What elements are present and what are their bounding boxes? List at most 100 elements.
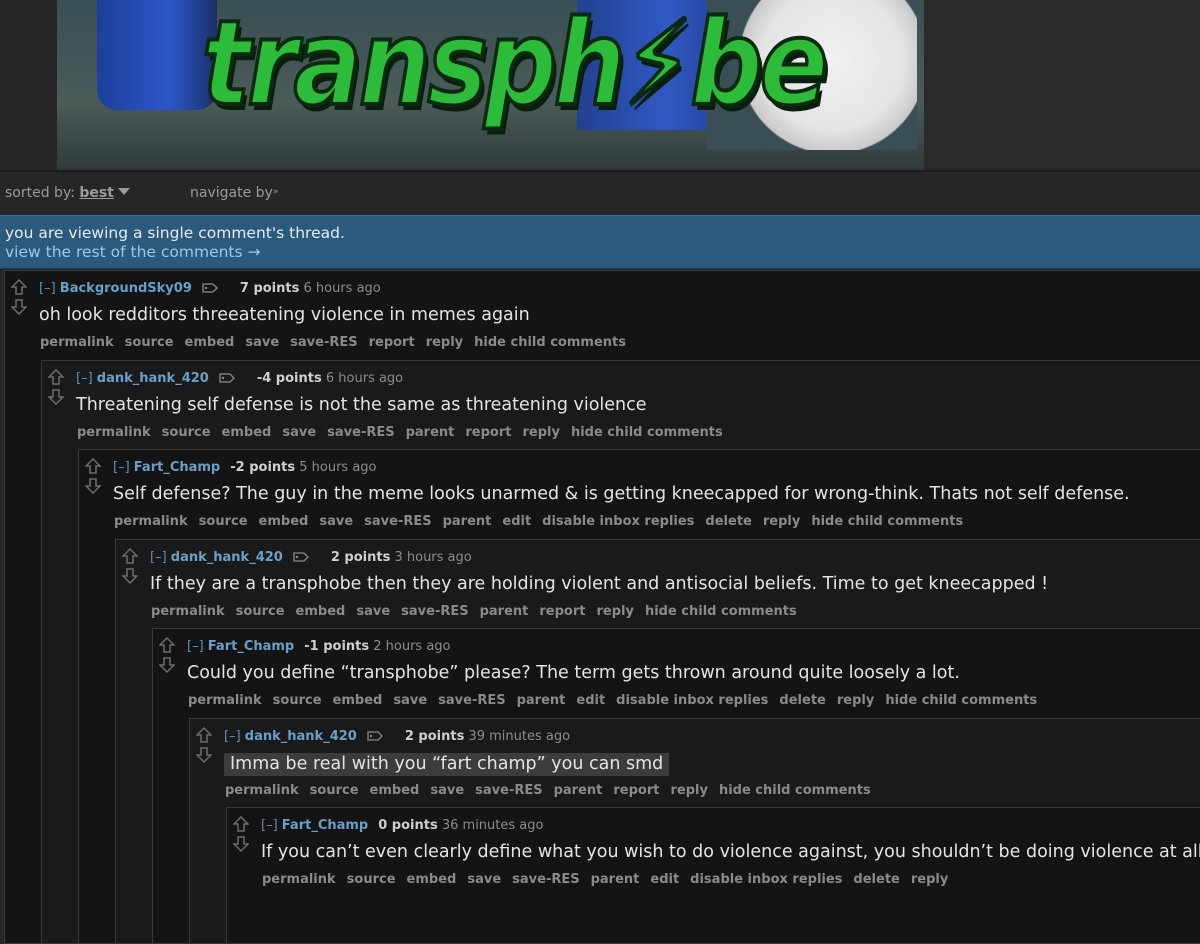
disable-inbox-replies-button[interactable]: disable inbox replies xyxy=(690,872,842,887)
upvote-arrow-icon[interactable] xyxy=(122,548,138,564)
source-button[interactable]: source xyxy=(273,693,322,708)
parent-button[interactable]: parent xyxy=(554,783,603,798)
save-button[interactable]: save xyxy=(393,693,427,708)
permalink-button[interactable]: permalink xyxy=(40,335,114,350)
parent-button[interactable]: parent xyxy=(480,604,529,619)
caret-down-icon[interactable] xyxy=(118,188,130,195)
source-button[interactable]: source xyxy=(125,335,174,350)
disable-inbox-replies-button[interactable]: disable inbox replies xyxy=(616,693,768,708)
reply-button[interactable]: reply xyxy=(596,604,633,619)
downvote-arrow-icon[interactable] xyxy=(159,657,175,673)
save-button[interactable]: save xyxy=(356,604,390,619)
embed-button[interactable]: embed xyxy=(296,604,346,619)
report-button[interactable]: report xyxy=(369,335,415,350)
hide-child-comments-button[interactable]: hide child comments xyxy=(719,783,871,798)
user-tag-icon[interactable] xyxy=(293,551,309,561)
user-tag-icon[interactable] xyxy=(219,372,235,382)
sort-menu[interactable]: sorted by: best xyxy=(5,185,130,201)
author-link[interactable]: BackgroundSky09 xyxy=(60,281,192,296)
embed-button[interactable]: embed xyxy=(185,335,235,350)
source-button[interactable]: source xyxy=(236,604,285,619)
collapse-toggle[interactable]: [–] xyxy=(224,729,241,744)
embed-button[interactable]: embed xyxy=(333,693,383,708)
embed-button[interactable]: embed xyxy=(222,425,272,440)
parent-button[interactable]: parent xyxy=(443,514,492,529)
delete-button[interactable]: delete xyxy=(853,872,899,887)
author-link[interactable]: Fart_Champ xyxy=(208,639,294,654)
parent-button[interactable]: parent xyxy=(591,872,640,887)
double-chevron-down-icon[interactable]: » xyxy=(273,187,279,197)
author-link[interactable]: Fart_Champ xyxy=(134,460,220,475)
upvote-arrow-icon[interactable] xyxy=(11,279,27,295)
upvote-arrow-icon[interactable] xyxy=(159,637,175,653)
hide-child-comments-button[interactable]: hide child comments xyxy=(811,514,963,529)
save-button[interactable]: save xyxy=(282,425,316,440)
collapse-toggle[interactable]: [–] xyxy=(150,550,167,565)
edit-button[interactable]: edit xyxy=(576,693,605,708)
embed-button[interactable]: embed xyxy=(407,872,457,887)
permalink-button[interactable]: permalink xyxy=(114,514,188,529)
embed-button[interactable]: embed xyxy=(259,514,309,529)
save-button[interactable]: save xyxy=(430,783,464,798)
collapse-toggle[interactable]: [–] xyxy=(39,281,56,296)
save-button[interactable]: save xyxy=(319,514,353,529)
parent-button[interactable]: parent xyxy=(406,425,455,440)
save-res-button[interactable]: save-RES xyxy=(401,604,468,619)
upvote-arrow-icon[interactable] xyxy=(233,816,249,832)
reply-button[interactable]: reply xyxy=(837,693,874,708)
permalink-button[interactable]: permalink xyxy=(262,872,336,887)
collapse-toggle[interactable]: [–] xyxy=(113,460,130,475)
edit-button[interactable]: edit xyxy=(650,872,679,887)
downvote-arrow-icon[interactable] xyxy=(11,299,27,315)
meme-image[interactable]: transph⚡be xyxy=(57,0,924,170)
parent-button[interactable]: parent xyxy=(517,693,566,708)
save-res-button[interactable]: save-RES xyxy=(475,783,542,798)
embed-button[interactable]: embed xyxy=(370,783,420,798)
report-button[interactable]: report xyxy=(539,604,585,619)
hide-child-comments-button[interactable]: hide child comments xyxy=(645,604,797,619)
hide-child-comments-button[interactable]: hide child comments xyxy=(474,335,626,350)
edit-button[interactable]: edit xyxy=(502,514,531,529)
upvote-arrow-icon[interactable] xyxy=(196,727,212,743)
report-button[interactable]: report xyxy=(613,783,659,798)
disable-inbox-replies-button[interactable]: disable inbox replies xyxy=(542,514,694,529)
source-button[interactable]: source xyxy=(162,425,211,440)
collapse-toggle[interactable]: [–] xyxy=(187,639,204,654)
delete-button[interactable]: delete xyxy=(779,693,825,708)
reply-button[interactable]: reply xyxy=(426,335,463,350)
author-link[interactable]: dank_hank_420 xyxy=(245,729,357,744)
downvote-arrow-icon[interactable] xyxy=(233,836,249,852)
save-res-button[interactable]: save-RES xyxy=(364,514,431,529)
save-button[interactable]: save xyxy=(467,872,501,887)
save-res-button[interactable]: save-RES xyxy=(512,872,579,887)
hide-child-comments-button[interactable]: hide child comments xyxy=(571,425,723,440)
downvote-arrow-icon[interactable] xyxy=(85,478,101,494)
user-tag-icon[interactable] xyxy=(367,730,383,740)
source-button[interactable]: source xyxy=(347,872,396,887)
source-button[interactable]: source xyxy=(199,514,248,529)
permalink-button[interactable]: permalink xyxy=(188,693,262,708)
permalink-button[interactable]: permalink xyxy=(225,783,299,798)
navigate-by-menu[interactable]: navigate by» xyxy=(190,185,278,201)
author-link[interactable]: Fart_Champ xyxy=(282,818,368,833)
author-link[interactable]: dank_hank_420 xyxy=(171,550,283,565)
collapse-toggle[interactable]: [–] xyxy=(261,818,278,833)
delete-button[interactable]: delete xyxy=(705,514,751,529)
downvote-arrow-icon[interactable] xyxy=(48,389,64,405)
reply-button[interactable]: reply xyxy=(670,783,707,798)
report-button[interactable]: report xyxy=(465,425,511,440)
save-res-button[interactable]: save-RES xyxy=(438,693,505,708)
reply-button[interactable]: reply xyxy=(522,425,559,440)
source-button[interactable]: source xyxy=(310,783,359,798)
view-rest-link[interactable]: view the rest of the comments → xyxy=(5,243,261,261)
permalink-button[interactable]: permalink xyxy=(151,604,225,619)
collapse-toggle[interactable]: [–] xyxy=(76,371,93,386)
downvote-arrow-icon[interactable] xyxy=(122,568,138,584)
sort-value[interactable]: best xyxy=(79,185,114,201)
save-res-button[interactable]: save-RES xyxy=(290,335,357,350)
upvote-arrow-icon[interactable] xyxy=(48,369,64,385)
downvote-arrow-icon[interactable] xyxy=(196,747,212,763)
save-button[interactable]: save xyxy=(245,335,279,350)
permalink-button[interactable]: permalink xyxy=(77,425,151,440)
user-tag-icon[interactable] xyxy=(202,282,218,292)
